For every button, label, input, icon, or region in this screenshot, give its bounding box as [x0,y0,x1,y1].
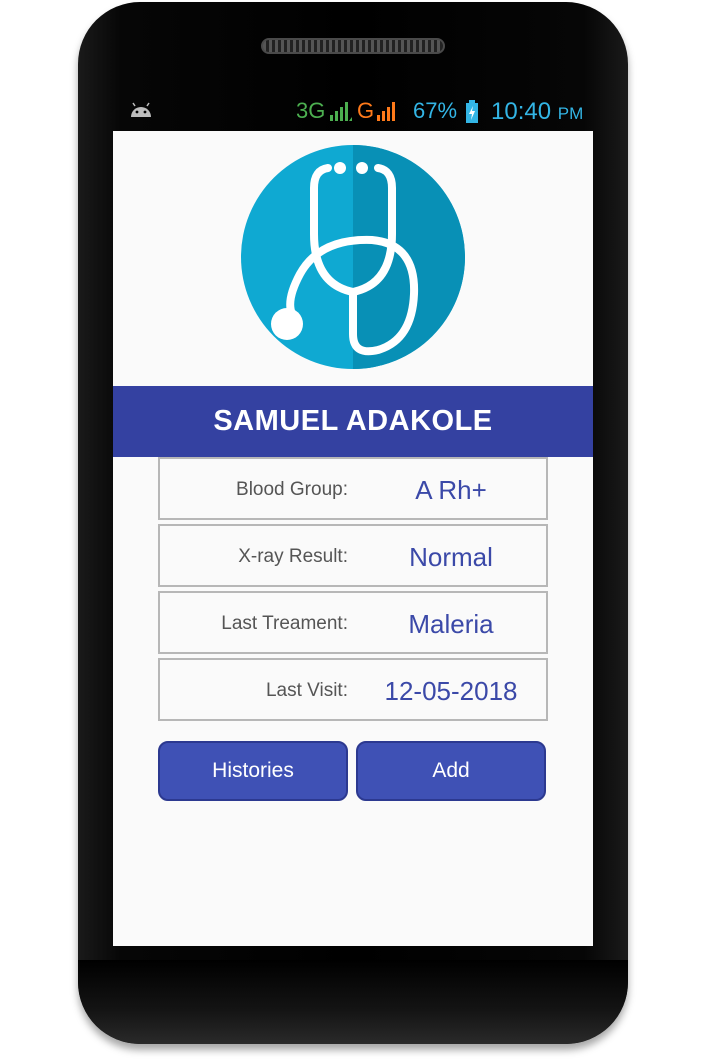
signal-icon [377,102,395,121]
earpiece-speaker [261,38,445,54]
info-row-last-visit: Last Visit: 12-05-2018 [158,658,548,721]
histories-button[interactable]: Histories [158,741,348,801]
xray-result-label: X-ray Result: [238,546,348,567]
network-g-label: G [357,98,375,123]
time-suffix: PM [557,104,584,123]
stethoscope-icon [241,145,465,369]
app-screen: SAMUEL ADAKOLE Blood Group: A Rh+ X-ray … [113,131,593,946]
last-visit-label: Last Visit: [265,680,348,701]
android-icon [131,102,151,117]
status-time: 10:40 PM [491,98,583,126]
blood-group-value: A Rh+ [415,475,487,505]
patient-info-table: Blood Group: A Rh+ X-ray Result: Normal … [158,457,548,721]
info-row-blood-group: Blood Group: A Rh+ [158,457,548,520]
add-button[interactable]: Add [356,741,546,801]
blood-group-label: Blood Group: [236,479,348,500]
network-3g-label: 3G [296,98,326,123]
last-treatment-label: Last Treament: [221,613,348,634]
battery-charging-icon [466,100,478,123]
patient-name: SAMUEL ADAKOLE [113,386,593,457]
battery-percent: 67% [413,98,458,123]
time-value: 10:40 [491,98,552,125]
status-bar: 3G G 67% 10:40 PM [113,94,593,130]
phone-chin [78,960,628,1044]
last-visit-value: 12-05-2018 [384,676,518,706]
info-row-xray-result: X-ray Result: Normal [158,524,548,587]
last-treatment-value: Maleria [408,609,494,639]
signal-icon [330,102,352,121]
xray-result-value: Normal [409,542,493,572]
info-row-last-treatment: Last Treament: Maleria [158,591,548,654]
